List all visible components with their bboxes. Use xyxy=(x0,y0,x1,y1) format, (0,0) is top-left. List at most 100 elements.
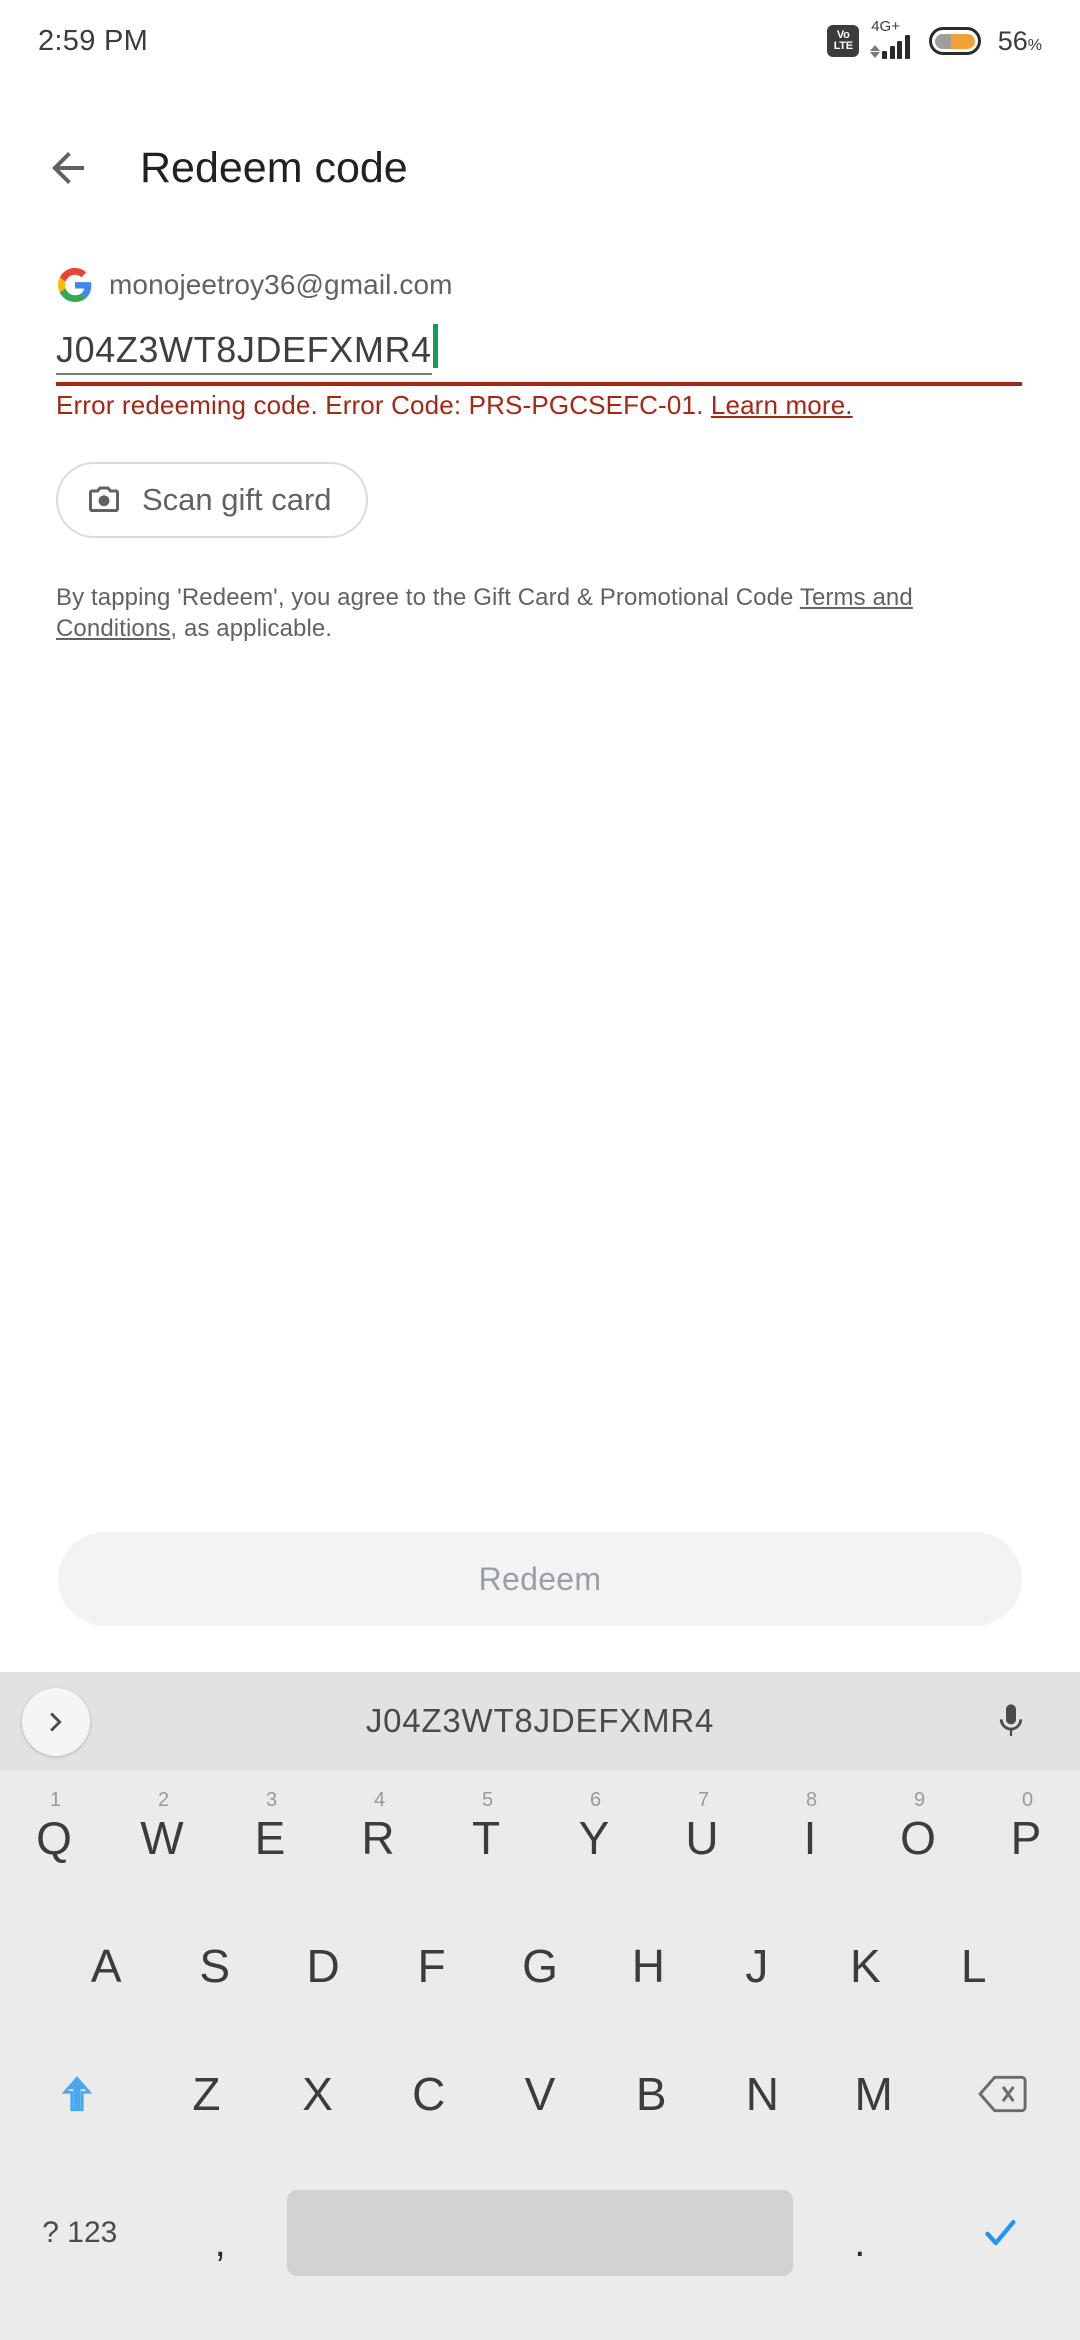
google-g-icon xyxy=(58,268,92,302)
key-v-label: V xyxy=(524,2068,556,2120)
redeem-button-label: Redeem xyxy=(478,1560,602,1597)
redeem-button[interactable]: Redeem xyxy=(58,1532,1022,1626)
code-input-value[interactable]: J04Z3WT8JDEFXMR4 xyxy=(56,331,432,375)
key-h[interactable]: H xyxy=(594,1902,702,2030)
page-title: Redeem code xyxy=(140,143,408,192)
battery-percent-value: 56 xyxy=(997,25,1028,56)
key-y[interactable]: 6Y xyxy=(540,1774,648,1902)
key-a-label: A xyxy=(90,1940,122,1992)
key-s[interactable]: S xyxy=(160,1902,268,2030)
key-i-label: I xyxy=(803,1812,817,1864)
key-u-label: U xyxy=(685,1812,719,1864)
key-p-number: 0 xyxy=(1022,1789,1034,1811)
key-w-number: 2 xyxy=(158,1789,170,1811)
space-key[interactable] xyxy=(286,2190,794,2276)
voice-input-button[interactable] xyxy=(980,1690,1042,1752)
data-transfer-arrows-icon xyxy=(870,45,881,58)
key-b[interactable]: B xyxy=(596,2030,707,2158)
key-p[interactable]: 0P xyxy=(972,1774,1080,1902)
key-m[interactable]: M xyxy=(818,2030,929,2158)
key-w[interactable]: 2W xyxy=(108,1774,216,1902)
key-t-label: T xyxy=(471,1812,501,1864)
symbols-key[interactable]: ? 123 xyxy=(0,2169,160,2297)
account-row: monojeetroy36@gmail.com xyxy=(58,268,453,302)
back-button[interactable] xyxy=(20,120,116,216)
key-y-label: Y xyxy=(578,1812,610,1864)
key-u-number: 7 xyxy=(698,1789,710,1811)
scan-gift-card-label: Scan gift card xyxy=(142,482,332,517)
status-time: 2:59 PM xyxy=(38,24,149,57)
key-f[interactable]: F xyxy=(377,1902,485,2030)
suggestion-word[interactable]: J04Z3WT8JDEFXMR4 xyxy=(0,1702,1080,1740)
signal-area xyxy=(870,35,910,59)
key-f-label: F xyxy=(417,1940,446,1992)
field-error-underline xyxy=(56,382,1022,386)
key-j[interactable]: J xyxy=(703,1902,811,2030)
volte-icon: Vo LTE xyxy=(827,25,860,57)
learn-more-link[interactable]: Learn more. xyxy=(711,390,853,420)
key-n[interactable]: N xyxy=(707,2030,818,2158)
period-key[interactable]: . xyxy=(799,2169,920,2297)
key-i-number: 8 xyxy=(806,1789,818,1811)
key-x-label: X xyxy=(302,2068,333,2120)
checkmark-enter-icon xyxy=(985,2220,1016,2246)
terms-suffix: , as applicable. xyxy=(170,614,333,642)
key-d-label: D xyxy=(306,1940,340,1992)
network-type-label: 4G+ xyxy=(871,18,900,35)
keyboard-suggestion-bar: J04Z3WT8JDEFXMR4 xyxy=(0,1672,1080,1770)
keyboard-row-1: 1Q 2W 3E 4R 5T 6Y 7U 8I 9O 0P xyxy=(0,1774,1080,1902)
key-n-label: N xyxy=(745,2068,780,2120)
enter-key[interactable] xyxy=(920,2169,1080,2297)
shift-up-arrow-icon xyxy=(62,2076,93,2112)
scan-gift-card-button[interactable]: Scan gift card xyxy=(56,462,368,538)
key-p-label: P xyxy=(1010,1812,1042,1864)
signal-bars-icon xyxy=(882,35,910,59)
key-y-number: 6 xyxy=(590,1789,602,1811)
key-k-label: K xyxy=(849,1940,881,1992)
key-j-label: J xyxy=(745,1940,769,1992)
key-i[interactable]: 8I xyxy=(756,1774,864,1902)
key-r-label: R xyxy=(361,1812,395,1864)
battery-percent: 56% xyxy=(998,26,1042,57)
shift-key[interactable] xyxy=(4,2030,151,2158)
keyboard-row-3: Z X C V B N M xyxy=(0,2030,1080,2158)
code-input-line[interactable]: J04Z3WT8JDEFXMR4 xyxy=(56,318,1022,375)
on-screen-keyboard: J04Z3WT8JDEFXMR4 1Q 2W 3E 4R 5T 6Y 7U 8I… xyxy=(0,1672,1080,2340)
volte-label-bottom: LTE xyxy=(833,40,853,52)
battery-percent-symbol: % xyxy=(1027,36,1042,54)
battery-icon xyxy=(928,27,981,55)
key-d[interactable]: D xyxy=(269,1902,377,2030)
key-e-label: E xyxy=(254,1812,286,1864)
key-a[interactable]: A xyxy=(52,1902,160,2030)
keyboard-rows: 1Q 2W 3E 4R 5T 6Y 7U 8I 9O 0P A S D F G … xyxy=(0,1770,1080,2308)
backspace-key[interactable] xyxy=(929,2030,1076,2158)
keyboard-row-2: A S D F G H J K L xyxy=(0,1902,1080,2030)
key-q-label: Q xyxy=(36,1812,72,1864)
key-e[interactable]: 3E xyxy=(216,1774,324,1902)
key-q-number: 1 xyxy=(50,1789,62,1811)
key-c-label: C xyxy=(412,2068,446,2120)
key-x[interactable]: X xyxy=(262,2030,373,2158)
key-l[interactable]: L xyxy=(920,1902,1028,2030)
key-m-label: M xyxy=(854,2068,893,2120)
comma-key[interactable]: , xyxy=(160,2169,281,2297)
redeem-code-field[interactable]: J04Z3WT8JDEFXMR4 xyxy=(56,318,1022,386)
key-r[interactable]: 4R xyxy=(324,1774,432,1902)
error-message-row: Error redeeming code. Error Code: PRS-PG… xyxy=(56,390,853,421)
key-t[interactable]: 5T xyxy=(432,1774,540,1902)
camera-icon xyxy=(89,486,119,512)
key-v[interactable]: V xyxy=(484,2030,595,2158)
key-t-number: 5 xyxy=(482,1789,494,1811)
key-o[interactable]: 9O xyxy=(864,1774,972,1902)
status-icons: Vo LTE 4G+ 56% xyxy=(827,19,1042,59)
microphone-icon xyxy=(999,1704,1023,1736)
key-g[interactable]: G xyxy=(486,1902,594,2030)
backspace-icon xyxy=(977,2075,1027,2113)
key-s-label: S xyxy=(199,1940,230,1992)
key-k[interactable]: K xyxy=(811,1902,919,2030)
key-b-label: B xyxy=(635,2068,667,2120)
key-c[interactable]: C xyxy=(373,2030,484,2158)
key-z[interactable]: Z xyxy=(151,2030,262,2158)
key-q[interactable]: 1Q xyxy=(0,1774,108,1902)
key-u[interactable]: 7U xyxy=(648,1774,756,1902)
